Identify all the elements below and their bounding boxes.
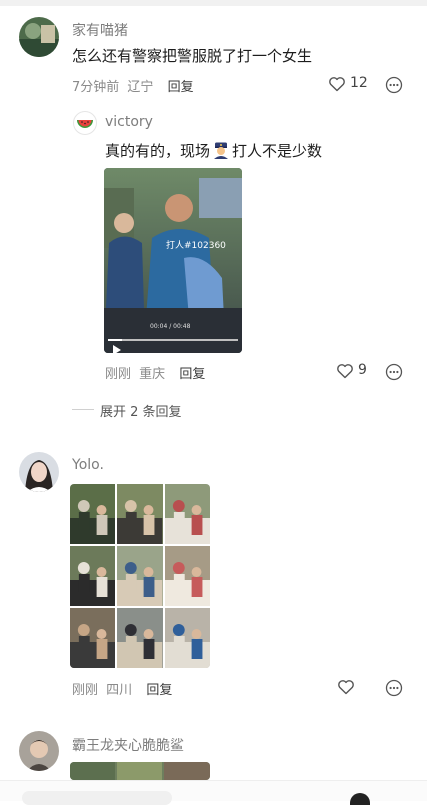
- police-officer-emoji-icon: [212, 141, 230, 163]
- avatar[interactable]: [19, 17, 59, 57]
- comment-meta: 刚刚 四川 回复: [72, 679, 172, 698]
- collage-photo[interactable]: [70, 546, 116, 606]
- collage-photo[interactable]: [117, 608, 163, 668]
- more-options-button[interactable]: [385, 76, 403, 94]
- top-edge: [0, 0, 427, 6]
- avatar[interactable]: [19, 452, 59, 492]
- like-button[interactable]: [337, 678, 357, 698]
- avatar-image: [19, 731, 59, 771]
- video-caption: 打人#102360: [166, 241, 226, 251]
- heart-outline-icon: [338, 680, 354, 695]
- like-count: 9: [358, 362, 367, 378]
- reply-button[interactable]: 回复: [146, 683, 172, 698]
- expand-divider: [72, 409, 94, 410]
- reply-time: 刚刚: [105, 367, 132, 382]
- avatar-image: [19, 452, 59, 492]
- comment-username[interactable]: Yolo.: [72, 457, 104, 473]
- video-timecode: 00:04 / 00:48: [150, 323, 191, 330]
- comment-time: 7分钟前: [72, 80, 120, 95]
- more-circle-icon: [385, 76, 403, 94]
- watermelon-icon: [77, 120, 93, 128]
- reply-text-before: 真的有的，现场: [105, 142, 211, 160]
- avatar[interactable]: [19, 731, 59, 771]
- comment-username[interactable]: 霸王龙夹心脆脆鲨: [72, 735, 184, 755]
- heart-outline-icon: [329, 77, 345, 92]
- more-options-button[interactable]: [385, 363, 403, 381]
- reply-button[interactable]: 回复: [168, 80, 194, 95]
- collage-photo[interactable]: [164, 546, 210, 606]
- collage-photo[interactable]: [70, 484, 116, 544]
- comment-location: 四川: [106, 683, 133, 698]
- like-button[interactable]: 12: [328, 75, 370, 95]
- play-button[interactable]: [112, 340, 122, 353]
- comment-input[interactable]: [22, 791, 172, 805]
- reply-video-thumbnail[interactable]: 打人#102360 00:04 / 00:48: [104, 168, 242, 353]
- comment-location: 辽宁: [127, 80, 154, 95]
- expand-replies-button[interactable]: 展开 2 条回复: [100, 401, 182, 420]
- comment-text: 怎么还有警察把警服脱了打一个女生: [72, 47, 313, 65]
- reply-location: 重庆: [139, 367, 166, 382]
- reply-text-after: 打人不是少数: [232, 142, 323, 160]
- more-circle-icon: [385, 679, 403, 697]
- heart-outline-icon: [337, 364, 353, 379]
- collage-photo[interactable]: [117, 546, 163, 606]
- collage-preview: [70, 762, 210, 780]
- play-icon: [113, 345, 121, 353]
- collage-photo[interactable]: [164, 608, 210, 668]
- image-collage[interactable]: [70, 484, 210, 668]
- like-count: 12: [350, 75, 368, 91]
- avatar[interactable]: [350, 793, 370, 805]
- collage-photo[interactable]: [117, 484, 163, 544]
- comment-meta: 7分钟前 辽宁 回复: [72, 76, 194, 95]
- avatar-image: [19, 17, 59, 57]
- comment-username[interactable]: 家有喵猪: [72, 20, 128, 40]
- reply-meta: 刚刚 重庆 回复: [105, 363, 205, 382]
- reply-text: 真的有的，现场 打人不是少数: [105, 140, 322, 163]
- collage-photo[interactable]: [164, 484, 210, 544]
- image-collage[interactable]: [70, 762, 210, 780]
- collage-photo[interactable]: [70, 608, 116, 668]
- more-circle-icon: [385, 363, 403, 381]
- reply-username[interactable]: victory: [105, 114, 153, 130]
- comment-time: 刚刚: [72, 683, 99, 698]
- avatar[interactable]: [73, 111, 97, 135]
- bottom-input-bar[interactable]: [0, 780, 427, 805]
- reply-button[interactable]: 回复: [179, 367, 205, 382]
- more-options-button[interactable]: [385, 679, 403, 697]
- like-button[interactable]: 9: [336, 362, 376, 382]
